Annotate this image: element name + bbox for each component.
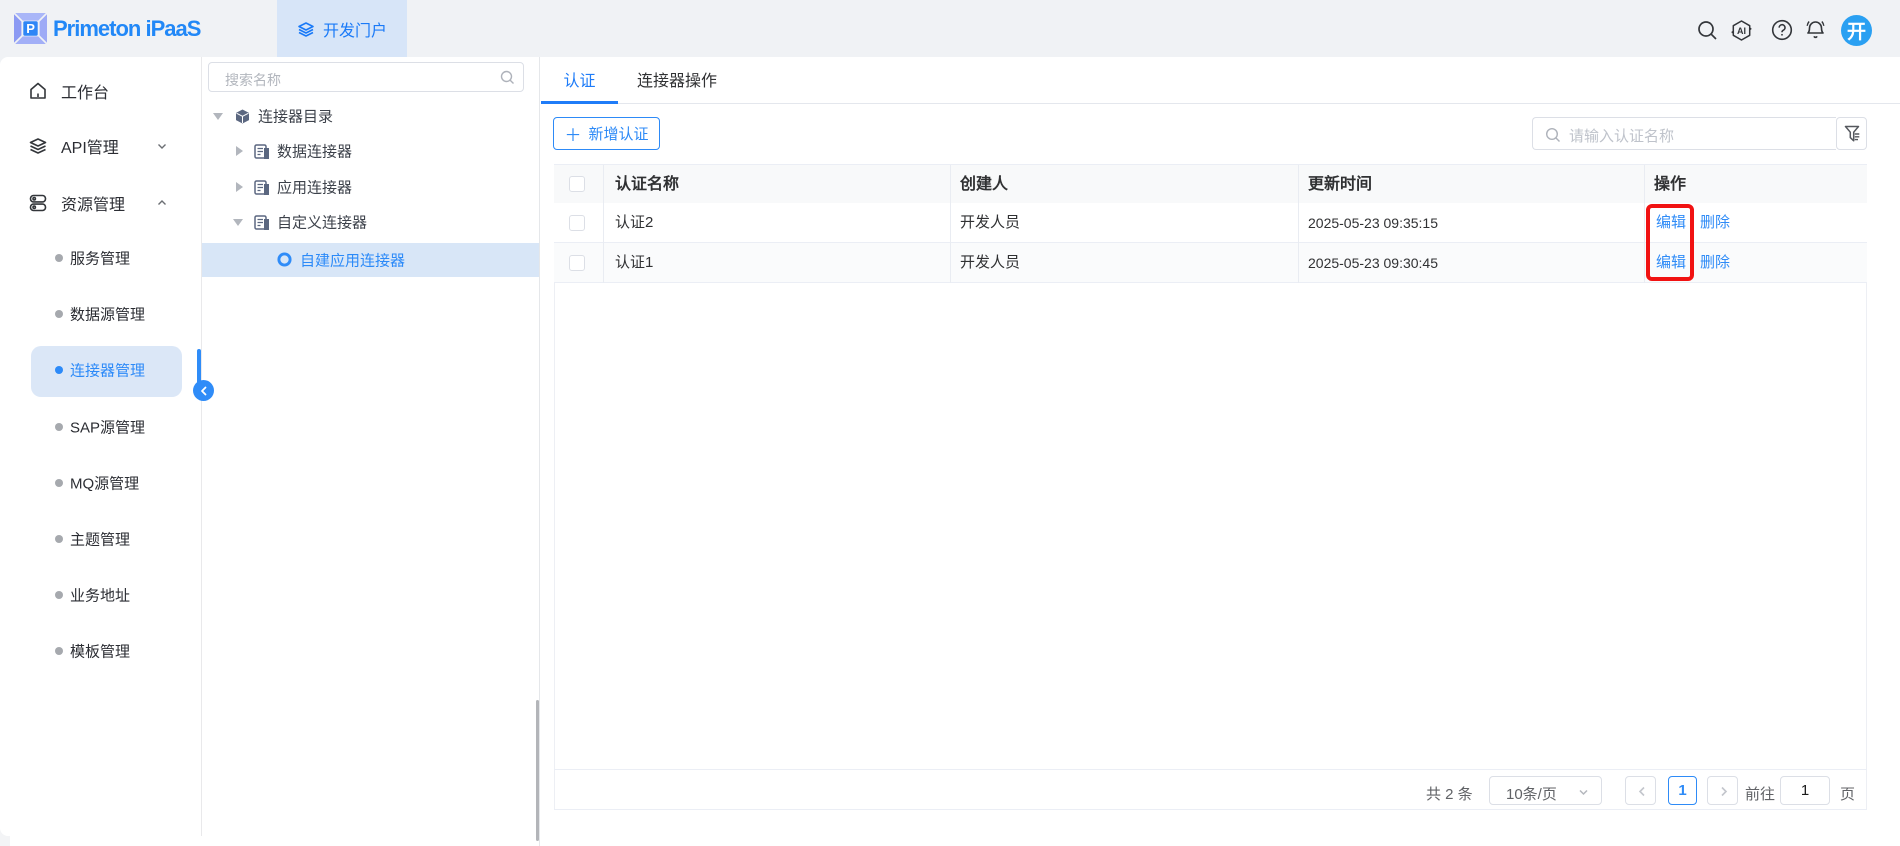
svg-text:P: P <box>26 21 35 36</box>
svg-text:AI: AI <box>1737 26 1746 36</box>
